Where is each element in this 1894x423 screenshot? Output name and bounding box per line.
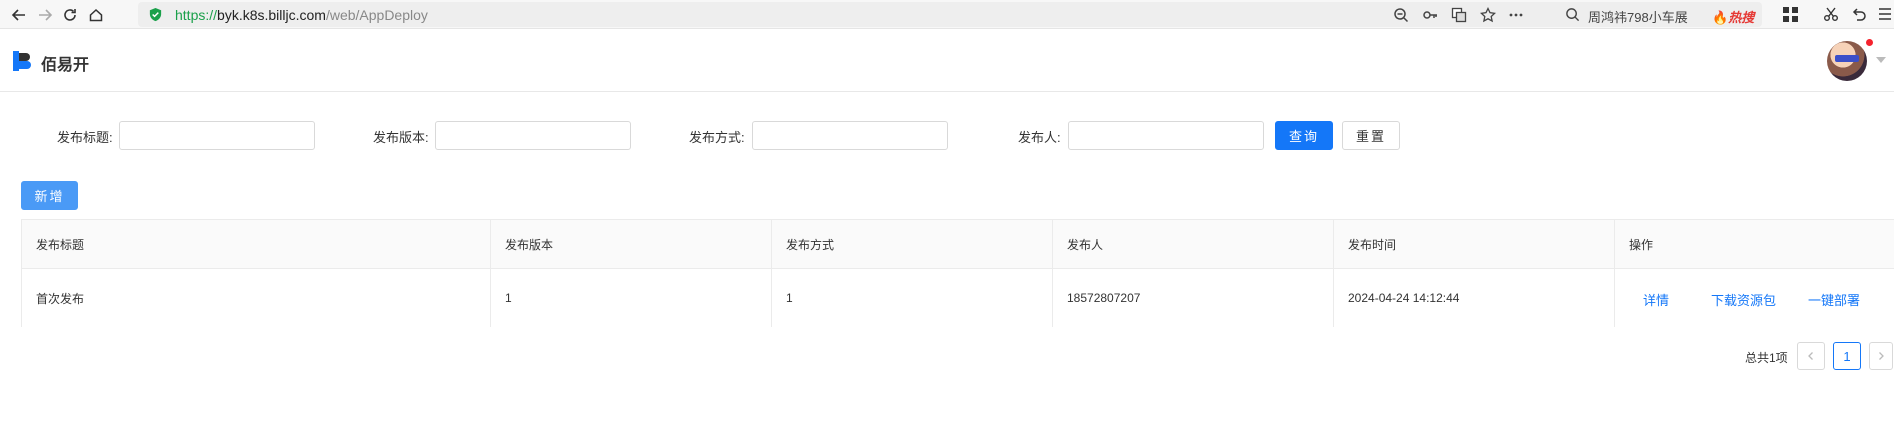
- url-text: https://byk.k8s.billjc.com/web/AppDeploy: [175, 7, 428, 23]
- version-filter-label: 发布版本:: [373, 130, 429, 145]
- translate-icon[interactable]: [1450, 6, 1468, 24]
- hot-search-badge: 🔥热搜: [1712, 7, 1754, 26]
- column-header-version: 发布版本: [491, 220, 772, 268]
- column-header-method: 发布方式: [772, 220, 1053, 268]
- browser-search-box[interactable]: 周鸿祎798小车展 🔥热搜: [1558, 2, 1762, 27]
- brand-name: 佰易开: [41, 57, 90, 74]
- deploy-table: 发布标题 发布版本 发布方式 发布人 发布时间 操作 首次发布 1 1 1857…: [21, 219, 1894, 327]
- chevron-left-icon: [1808, 352, 1813, 360]
- publisher-filter-input[interactable]: [1068, 121, 1264, 150]
- one-click-deploy-link[interactable]: 一键部署: [1808, 290, 1860, 309]
- menu-icon[interactable]: [1876, 5, 1894, 23]
- chevron-down-icon[interactable]: [1876, 57, 1886, 63]
- zoom-icon[interactable]: [1392, 6, 1410, 24]
- reset-button[interactable]: 重置: [1342, 121, 1400, 150]
- more-icon[interactable]: [1507, 6, 1525, 24]
- cell-version: 1: [491, 269, 772, 327]
- undo-icon[interactable]: [1850, 5, 1868, 23]
- table-header: 发布标题 发布版本 发布方式 发布人 发布时间 操作: [22, 220, 1894, 269]
- chevron-right-icon: [1879, 352, 1884, 360]
- download-package-link[interactable]: 下载资源包: [1711, 290, 1776, 309]
- cell-time: 2024-04-24 14:12:44: [1334, 269, 1615, 327]
- next-page-button[interactable]: [1869, 342, 1893, 370]
- version-filter-input[interactable]: [435, 121, 631, 150]
- cell-publisher: 18572807207: [1053, 269, 1334, 327]
- secure-shield-icon: [149, 7, 162, 22]
- url-scheme: https://: [175, 7, 218, 23]
- reload-icon[interactable]: [59, 4, 81, 26]
- pagination-total: 总共1项: [1745, 351, 1788, 365]
- detail-link[interactable]: 详情: [1643, 290, 1669, 309]
- avatar[interactable]: [1827, 41, 1867, 81]
- column-header-ops: 操作: [1629, 237, 1654, 252]
- cell-title: 首次发布: [22, 269, 491, 327]
- cell-method: 1: [772, 269, 1053, 327]
- scissors-icon[interactable]: [1822, 5, 1840, 23]
- column-header-title: 发布标题: [22, 220, 491, 268]
- forward-icon[interactable]: [34, 4, 56, 26]
- page-number-button[interactable]: 1: [1833, 342, 1861, 370]
- notification-dot: [1866, 39, 1873, 46]
- table-row: 首次发布 1 1 18572807207 2024-04-24 14:12:44…: [22, 269, 1894, 327]
- column-header-time: 发布时间: [1334, 220, 1615, 268]
- key-icon[interactable]: [1421, 6, 1439, 24]
- publisher-filter-label: 发布人:: [1018, 130, 1061, 145]
- column-header-publisher: 发布人: [1053, 220, 1334, 268]
- url-host: byk.k8s.billjc.com: [217, 7, 326, 23]
- apps-grid-icon[interactable]: [1781, 5, 1799, 23]
- title-filter-label: 发布标题:: [57, 130, 113, 145]
- app-header: 佰易开: [0, 29, 1894, 92]
- browser-toolbar: https://byk.k8s.billjc.com/web/AppDeploy…: [0, 0, 1894, 29]
- flame-icon: 🔥: [1712, 10, 1729, 25]
- query-button[interactable]: 查询: [1275, 121, 1333, 150]
- prev-page-button[interactable]: [1797, 342, 1825, 370]
- url-path: /web/AppDeploy: [325, 7, 428, 23]
- brand-logo-icon: [13, 51, 31, 71]
- method-filter-input[interactable]: [752, 121, 948, 150]
- address-bar[interactable]: https://byk.k8s.billjc.com/web/AppDeploy: [138, 2, 1580, 27]
- title-filter-input[interactable]: [119, 121, 315, 150]
- star-icon[interactable]: [1479, 6, 1497, 24]
- cell-ops: 详情 下载资源包 一键部署: [1615, 269, 1894, 327]
- home-icon[interactable]: [85, 4, 107, 26]
- hot-search-label: 热搜: [1728, 10, 1755, 25]
- method-filter-label: 发布方式:: [689, 130, 745, 145]
- search-icon: [1566, 8, 1580, 22]
- add-button[interactable]: 新增: [21, 181, 78, 210]
- back-icon[interactable]: [8, 4, 30, 26]
- search-suggestion-text: 周鸿祎798小车展: [1588, 10, 1688, 25]
